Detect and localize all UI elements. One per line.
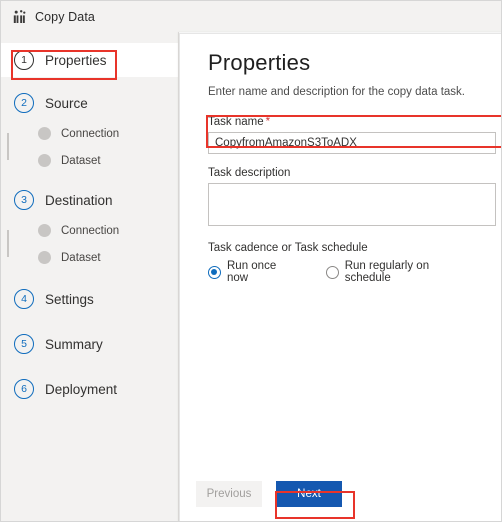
page-title: Properties — [208, 50, 311, 75]
radio-unselected-icon — [325, 265, 339, 279]
task-name-input[interactable] — [208, 132, 496, 154]
radio-label-run-regularly: Run regularly on schedule — [344, 260, 430, 284]
substep-label-destination-dataset: Dataset — [61, 251, 101, 264]
substeps-destination: Connection Dataset — [1, 217, 178, 271]
sidebar-step-settings[interactable]: 4 Settings — [1, 282, 178, 316]
task-description-field: Task description — [208, 167, 501, 226]
substep-connector — [7, 133, 9, 160]
sidebar-step-label-destination: Destination — [45, 192, 113, 208]
previous-button[interactable]: Previous — [196, 481, 262, 507]
properties-panel: Properties Enter name and description fo… — [179, 33, 501, 521]
required-asterisk: * — [265, 116, 271, 128]
substep-label-source-connection: Connection — [61, 127, 120, 140]
substep-dot-icon — [38, 127, 51, 140]
sidebar-step-label-properties: Properties — [45, 52, 107, 68]
task-description-input[interactable] — [208, 183, 496, 226]
task-name-label: Task name * — [208, 116, 501, 128]
radio-run-regularly-on-schedule[interactable]: Run regularly on schedule — [325, 260, 477, 284]
sidebar-step-destination[interactable]: 3 Destination — [1, 183, 178, 217]
step-number-2: 2 — [14, 93, 34, 113]
step-number-6: 6 — [14, 379, 34, 399]
substeps-source: Connection Dataset — [1, 120, 178, 174]
properties-form: Properties Enter name and description fo… — [180, 34, 501, 284]
substep-label-source-dataset: Dataset — [61, 154, 101, 167]
task-description-label: Task description — [208, 167, 291, 179]
sidebar-step-deployment[interactable]: 6 Deployment — [1, 372, 178, 406]
sidebar-step-label-settings: Settings — [45, 291, 94, 307]
step-number-4: 4 — [14, 289, 34, 309]
radio-run-once-now[interactable]: Run once now — [208, 260, 300, 284]
task-cadence-label: Task cadence or Task schedule — [208, 242, 368, 254]
radio-label-run-once-now: Run once now — [227, 260, 277, 284]
task-name-field: Task name * — [208, 116, 501, 154]
substep-source-connection[interactable]: Connection — [38, 120, 178, 147]
substep-destination-connection[interactable]: Connection — [38, 217, 178, 244]
radio-selected-icon — [208, 265, 221, 279]
page-subtitle: Enter name and description for the copy … — [208, 86, 465, 98]
window-title: Copy Data — [35, 9, 95, 24]
copy-data-icon — [13, 9, 26, 23]
step-number-5: 5 — [14, 334, 34, 354]
sidebar-step-summary[interactable]: 5 Summary — [1, 327, 178, 361]
window-titlebar: Copy Data — [1, 1, 501, 32]
sidebar-step-label-summary: Summary — [45, 336, 103, 352]
step-number-1: 1 — [14, 50, 34, 70]
wizard-step-rail: 1 Properties 2 Source Connection Dataset… — [1, 32, 179, 521]
sidebar-step-properties[interactable]: 1 Properties — [1, 43, 178, 77]
next-button[interactable]: Next — [276, 481, 342, 507]
substep-dot-icon — [38, 154, 51, 167]
substep-dot-icon — [38, 224, 51, 237]
step-number-3: 3 — [14, 190, 34, 210]
task-cadence-radio-group: Run once now Run regularly on schedule — [208, 260, 501, 284]
substep-label-destination-connection: Connection — [61, 224, 120, 237]
substep-source-dataset[interactable]: Dataset — [38, 147, 178, 174]
substep-dot-icon — [38, 251, 51, 264]
copy-data-wizard: Copy Data 1 Properties 2 Source Connecti… — [0, 0, 502, 522]
sidebar-step-label-deployment: Deployment — [45, 381, 118, 397]
task-name-label-text: Task name — [208, 116, 264, 128]
substep-destination-dataset[interactable]: Dataset — [38, 244, 178, 271]
sidebar-step-label-source: Source — [45, 95, 88, 111]
substep-connector — [7, 230, 9, 257]
wizard-footer: Previous Next — [180, 469, 501, 521]
sidebar-step-source[interactable]: 2 Source — [1, 86, 178, 120]
